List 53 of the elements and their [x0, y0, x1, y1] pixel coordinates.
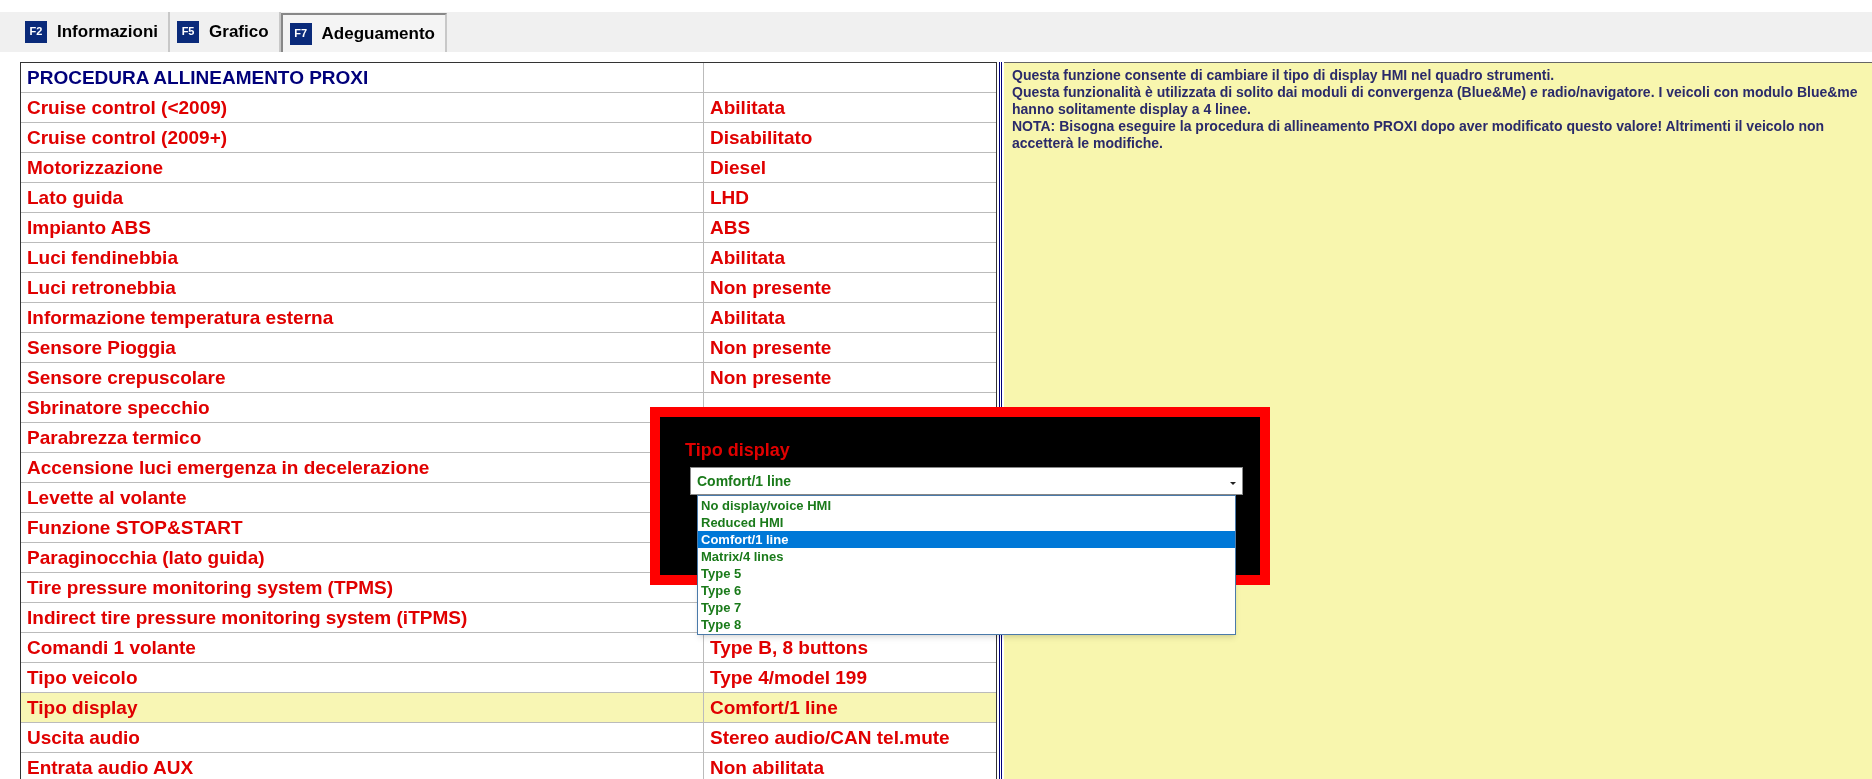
table-row[interactable]: Sensore crepuscolare Non presente	[21, 363, 996, 393]
table-row[interactable]: Informazione temperatura esterna Abilitata	[21, 303, 996, 333]
setting-name: Cruise control (2009+)	[21, 123, 704, 152]
setting-name: Motorizzazione	[21, 153, 704, 182]
setting-name: Entrata audio AUX	[21, 753, 704, 779]
setting-value: Non presente	[710, 367, 832, 388]
setting-value: Abilitata	[710, 97, 785, 118]
setting-value: LHD	[710, 187, 750, 208]
function-key-badge: F7	[289, 22, 312, 45]
tab[interactable]: F5 Grafico	[170, 12, 281, 52]
table-row[interactable]: Comandi 1 volante Type B, 8 buttons	[21, 633, 996, 663]
table-row[interactable]: Cruise control (2009+) Disabilitato	[21, 123, 996, 153]
setting-name: Impianto ABS	[21, 213, 704, 242]
setting-name: Sensore crepuscolare	[21, 363, 704, 392]
setting-value: Abilitata	[710, 247, 785, 268]
table-title: PROCEDURA ALLINEAMENTO PROXI	[21, 63, 704, 92]
setting-value: Type 4/model 199	[710, 667, 867, 688]
table-row[interactable]: Motorizzazione Diesel	[21, 153, 996, 183]
help-text: Questa funzionalità è utilizzata di solito dai moduli di convergenza (Blue&Me) e radio/navigatore. I veicoli con modulo Blue&me hanno solitamente display a 4 linee.	[1012, 84, 1859, 118]
setting-name: Luci retronebbia	[21, 273, 704, 302]
table-row[interactable]: Tipo veicolo Type 4/model 199	[21, 663, 996, 693]
setting-name: Uscita audio	[21, 723, 704, 752]
table-row[interactable]: Luci retronebbia Non presente	[21, 273, 996, 303]
function-key-badge: F5	[177, 21, 200, 43]
table-row[interactable]: Luci fendinebbia Abilitata	[21, 243, 996, 273]
setting-name: Lato guida	[21, 183, 704, 212]
setting-value: Non abilitata	[710, 757, 824, 778]
tab[interactable]: F2 Informazioni	[18, 12, 171, 52]
table-row[interactable]: Impianto ABS ABS	[21, 213, 996, 243]
table-row[interactable]: Sensore Pioggia Non presente	[21, 333, 996, 363]
setting-name: Cruise control (<2009)	[21, 93, 704, 122]
setting-name: Informazione temperatura esterna	[21, 303, 704, 332]
setting-value: ABS	[710, 217, 751, 238]
setting-value: Non presente	[710, 337, 832, 358]
setting-name: Sensore Pioggia	[21, 333, 704, 362]
help-text: NOTA: Bisogna eseguire la procedura di allineamento PROXI dopo aver modificato questo valore! Altrimenti il veicolo non accetterà le modifiche.	[1012, 118, 1826, 152]
setting-value: Type B, 8 buttons	[710, 637, 868, 658]
function-key-badge: F2	[25, 21, 47, 43]
setting-value: Non presente	[710, 277, 832, 298]
setting-value: Abilitata	[710, 307, 785, 328]
setting-name: Tipo display	[21, 693, 704, 722]
setting-name: Tipo veicolo	[21, 663, 704, 692]
setting-value: Disabilitato	[710, 127, 813, 148]
setting-value: Stereo audio/CAN tel.mute	[710, 727, 950, 748]
setting-value: Comfort/1 line	[710, 697, 838, 718]
table-row[interactable]: Tipo display Comfort/1 line	[21, 693, 996, 723]
setting-name: Luci fendinebbia	[21, 243, 704, 272]
table-row[interactable]: Lato guida LHD	[21, 183, 996, 213]
setting-value: Diesel	[710, 157, 766, 178]
help-text: Questa funzione consente di cambiare il tipo di display HMI nel quadro strumenti.	[1012, 67, 1556, 84]
table-row[interactable]: Cruise control (<2009) Abilitata	[21, 93, 996, 123]
tab[interactable]: F7 Adeguamento	[280, 13, 447, 52]
table-row[interactable]: Uscita audio Stereo audio/CAN tel.mute	[21, 723, 996, 753]
